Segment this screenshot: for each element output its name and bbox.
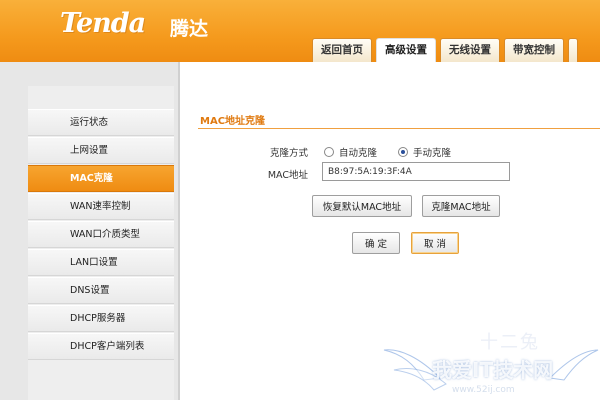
- content-divider: [178, 62, 180, 400]
- watermark-logo-text: 十二兔: [480, 332, 540, 353]
- tab-overflow[interactable]: [568, 38, 578, 62]
- sidebar-item-internet-setup[interactable]: 上网设置: [28, 137, 174, 164]
- top-nav-tabs: 返回首页 高级设置 无线设置 带宽控制: [312, 38, 578, 62]
- clone-mac-button[interactable]: 克隆MAC地址: [422, 195, 500, 217]
- radio-manual-clone[interactable]: 手动克隆: [398, 145, 451, 159]
- radio-auto-clone[interactable]: 自动克隆: [324, 145, 377, 159]
- sidebar-item-status[interactable]: 运行状态: [28, 109, 174, 136]
- watermark-url: www.52ij.com: [452, 385, 515, 395]
- sidebar-item-wan-rate[interactable]: WAN速率控制: [28, 193, 174, 220]
- radio-auto-label: 自动克隆: [339, 148, 378, 159]
- radio-manual-circle[interactable]: [398, 147, 408, 157]
- top-header: Tenda 腾达 返回首页 高级设置 无线设置 带宽控制: [0, 0, 600, 62]
- tab-bandwidth-control[interactable]: 带宽控制: [504, 38, 564, 62]
- sidebar-item-dns[interactable]: DNS设置: [28, 277, 174, 304]
- mac-address-label: MAC地址: [267, 170, 308, 181]
- mac-address-input[interactable]: [322, 162, 510, 181]
- sidebar-item-wan-media[interactable]: WAN口介质类型: [28, 221, 174, 248]
- cancel-button[interactable]: 取 消: [411, 232, 459, 254]
- tab-wireless-settings[interactable]: 无线设置: [440, 38, 500, 62]
- tab-home[interactable]: 返回首页: [312, 38, 372, 62]
- sidebar-item-mac-clone[interactable]: MAC克隆: [28, 165, 174, 192]
- radio-manual-label: 手动克隆: [413, 148, 452, 159]
- ok-button[interactable]: 确 定: [352, 232, 400, 254]
- section-title-underline: [198, 128, 600, 129]
- sidebar-item-lan[interactable]: LAN口设置: [28, 249, 174, 276]
- clone-mode-label: 克隆方式: [269, 148, 308, 159]
- restore-default-mac-button[interactable]: 恢复默认MAC地址: [312, 195, 412, 217]
- brand-logo: Tenda: [60, 8, 146, 39]
- sidebar-item-dhcp-clients[interactable]: DHCP客户端列表: [28, 333, 174, 360]
- watermark-text: 我爱IT技术网: [432, 358, 554, 382]
- brand-logo-cn: 腾达: [170, 18, 209, 40]
- radio-auto-circle[interactable]: [324, 147, 334, 157]
- section-title: MAC地址克隆: [200, 116, 266, 127]
- tab-advanced-settings[interactable]: 高级设置: [376, 38, 436, 62]
- sidebar-item-dhcp-server[interactable]: DHCP服务器: [28, 305, 174, 332]
